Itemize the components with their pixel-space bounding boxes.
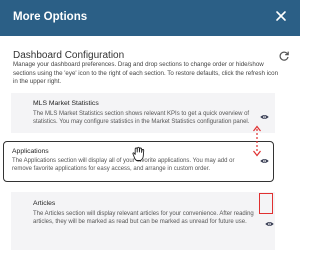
grab-hand-cursor-icon xyxy=(132,146,145,161)
eye-icon[interactable] xyxy=(260,158,269,164)
dashboard-description: Manage your dashboard preferences. Drag … xyxy=(13,61,279,86)
section-title: Dashboard Configuration xyxy=(13,50,125,61)
modal-header: More Options xyxy=(0,0,300,36)
section-title-applications: Applications xyxy=(12,148,49,155)
section-card-articles[interactable]: Articles The Articles section will displ… xyxy=(11,192,275,250)
section-card-mls-market-statistics[interactable]: MLS Market Statistics The MLS Market Sta… xyxy=(11,93,275,133)
section-title-mls: MLS Market Statistics xyxy=(33,100,99,107)
eye-icon-highlight-box xyxy=(259,193,273,214)
section-description-articles: The Articles section will display releva… xyxy=(33,211,254,226)
drag-direction-arrow-icon xyxy=(253,125,261,157)
eye-icon[interactable] xyxy=(265,221,274,227)
modal-title: More Options xyxy=(13,11,88,23)
more-options-modal: More Options Dashboard Configuration Man… xyxy=(0,0,300,256)
section-title-articles: Articles xyxy=(33,200,56,207)
eye-icon[interactable] xyxy=(260,114,269,120)
section-description-mls: The MLS Market Statistics section shows … xyxy=(33,111,250,126)
close-icon[interactable] xyxy=(274,9,288,23)
